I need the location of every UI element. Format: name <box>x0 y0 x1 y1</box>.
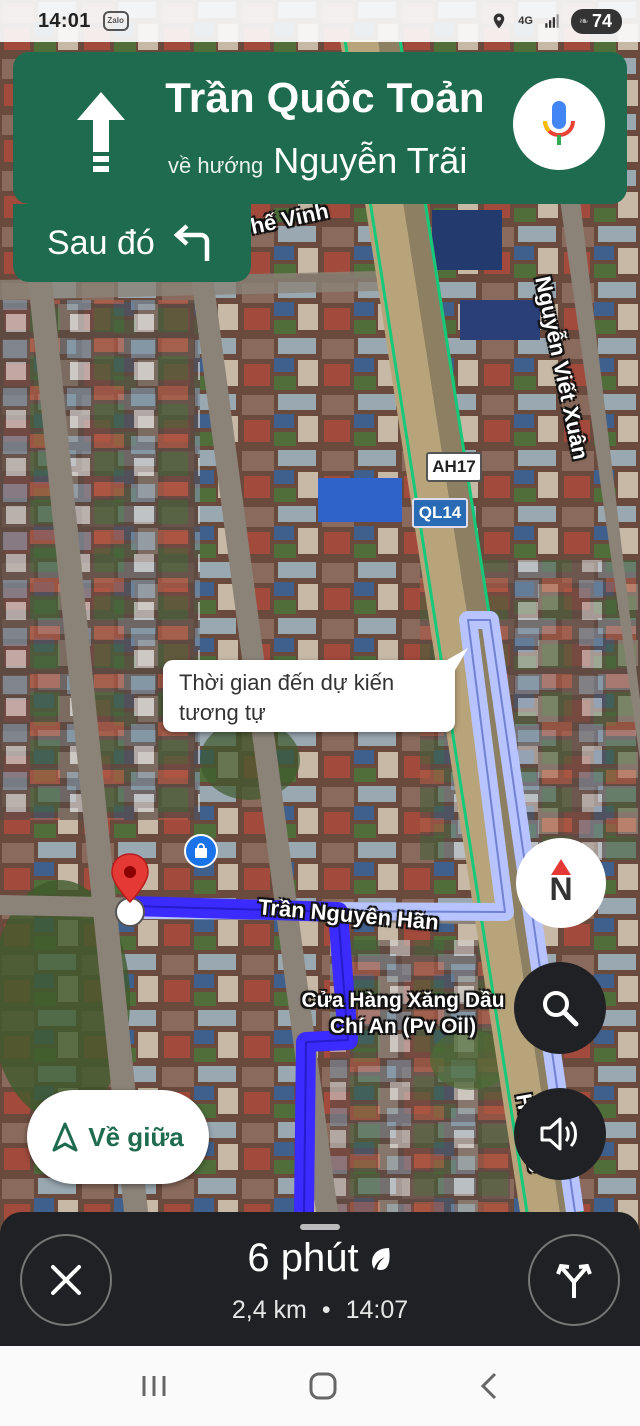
trip-duration: 6 phút <box>247 1236 359 1280</box>
shopping-bag-icon <box>195 843 207 858</box>
microphone-icon <box>543 101 575 145</box>
next-maneuver-box[interactable]: Sau đó <box>13 204 251 282</box>
navigation-arrow-icon <box>52 1122 78 1152</box>
location-icon <box>493 13 505 29</box>
recent-apps-icon[interactable] <box>139 1373 169 1399</box>
recenter-label: Về giữa <box>88 1121 184 1152</box>
trip-arrival-time: 14:07 <box>345 1296 409 1324</box>
status-bar: 14:01 Zalo 4G ❧ 74 <box>0 0 640 42</box>
search-icon <box>543 991 579 1027</box>
poi-label-gas-station[interactable]: Cửa Hàng Xăng Dầu Chí An (Pv Oil) <box>298 988 508 1040</box>
trip-distance: 2,4 km <box>231 1296 307 1324</box>
turn-left-icon <box>173 224 210 261</box>
recenter-button[interactable]: Về giữa <box>27 1090 209 1184</box>
toward-street-name: Nguyễn Trãi <box>273 140 468 181</box>
network-type: 4G <box>518 15 533 27</box>
status-time: 14:01 <box>38 9 91 32</box>
callout-pointer <box>440 648 468 672</box>
toward-line: về hướng Nguyễn Trãi <box>168 140 467 182</box>
volume-icon <box>540 1117 577 1151</box>
battery-level: 74 <box>591 10 612 31</box>
alternate-routes-button[interactable] <box>528 1234 620 1326</box>
then-label: Sau đó <box>47 223 155 262</box>
zalo-notification-icon: Zalo <box>102 11 129 31</box>
trip-separator: • <box>321 1296 331 1324</box>
signal-icon <box>545 14 559 28</box>
sound-button[interactable] <box>514 1088 606 1180</box>
compass-button[interactable]: N <box>516 838 606 928</box>
sheet-drag-handle[interactable] <box>300 1224 340 1230</box>
eco-leaf-icon <box>371 1247 390 1270</box>
trip-summary-sheet[interactable]: 6 phút 2,4 km • 14:07 <box>0 1212 640 1346</box>
compass-label: N <box>549 870 573 907</box>
voice-search-button[interactable] <box>513 78 605 170</box>
home-icon[interactable] <box>308 1371 338 1401</box>
shopping-poi-pin[interactable] <box>184 834 218 868</box>
eta-callout[interactable]: Thời gian đến dự kiến tương tự <box>163 660 455 732</box>
navigation-banner[interactable]: Trần Quốc Toản về hướng Nguyễn Trãi <box>13 52 627 204</box>
destination-pin-icon[interactable] <box>108 852 158 930</box>
search-button[interactable] <box>514 962 606 1054</box>
back-icon[interactable] <box>477 1371 501 1401</box>
toward-label: về hướng <box>168 153 264 178</box>
route-fork-icon <box>556 1263 592 1298</box>
status-icons: 4G ❧ 74 <box>490 8 622 34</box>
battery-indicator: ❧ 74 <box>570 8 622 34</box>
highway-shield-ql: QL14 <box>412 498 468 528</box>
battery-saver-icon: ❧ <box>578 14 589 28</box>
current-street-name: Trần Quốc Toản <box>165 74 485 121</box>
system-navigation-bar <box>0 1346 640 1426</box>
highway-shield-ah: AH17 <box>426 452 482 482</box>
